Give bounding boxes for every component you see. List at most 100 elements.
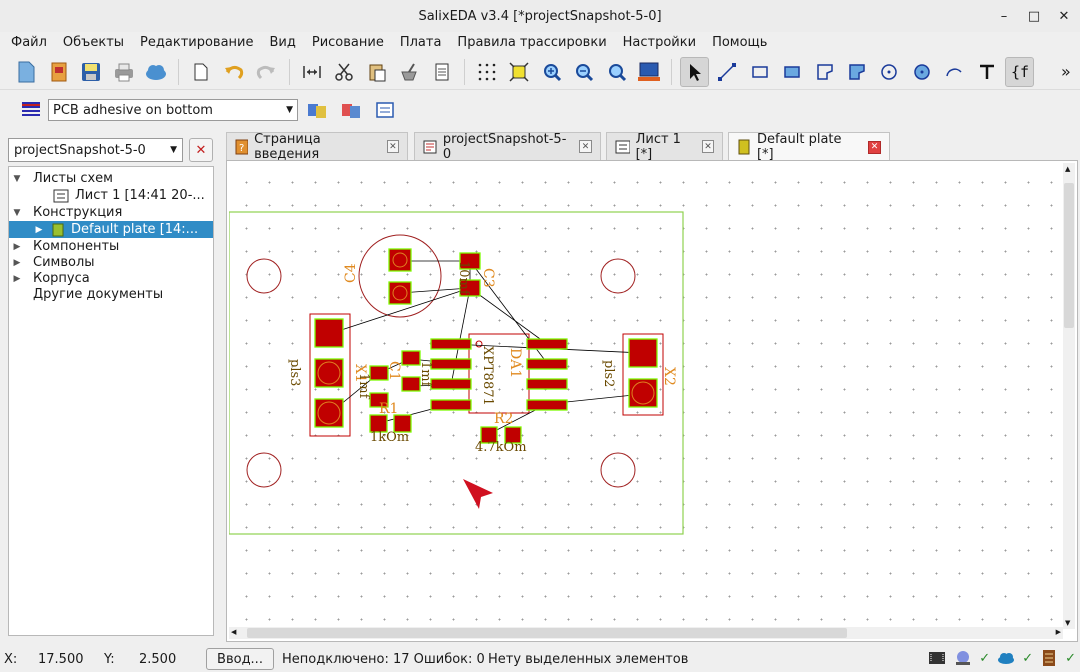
layer-settings-button[interactable] (336, 95, 366, 125)
flip-button[interactable] (298, 57, 326, 87)
tree-item-construction[interactable]: ▼ Конструкция (9, 204, 123, 221)
undo-button[interactable] (220, 57, 248, 87)
scroll-left-icon[interactable]: ◀ (231, 628, 236, 636)
check-icon: ✓ (1065, 650, 1076, 666)
toolbar-overflow-button[interactable]: » (1052, 57, 1080, 87)
pad-c2-2 (401, 376, 421, 392)
project-select[interactable]: projectSnapshot-5-0 ▼ (8, 138, 183, 162)
layer-view-button[interactable] (635, 57, 663, 87)
tab-close-icon[interactable]: ✕ (868, 140, 881, 154)
horizontal-scrollbar[interactable]: ◀ ▶ (229, 627, 1063, 639)
zoom-fit-button[interactable] (505, 57, 533, 87)
horizontal-scroll-thumb[interactable] (247, 628, 847, 638)
layer-select[interactable]: PCB adhesive on bottom ▼ (48, 99, 298, 121)
menu-file[interactable]: Файл (3, 35, 55, 50)
tab-close-icon[interactable]: ✕ (579, 140, 593, 153)
value-c3: 10mf (456, 261, 471, 296)
vertical-scroll-thumb[interactable] (1064, 183, 1074, 328)
arc-tool-button[interactable] (940, 57, 968, 87)
print-button[interactable] (109, 57, 137, 87)
library-icon[interactable] (1039, 648, 1059, 668)
input-button[interactable]: Ввод... (206, 648, 274, 670)
tree-item-other-docs[interactable]: Другие документы (33, 286, 163, 303)
network-icon[interactable] (953, 648, 973, 668)
zoom-window-button[interactable] (603, 57, 631, 87)
cursor-arrow-icon (463, 479, 493, 509)
grid-button[interactable] (473, 57, 501, 87)
select-tool-button[interactable] (680, 56, 709, 87)
tree-item-components[interactable]: ▶ Компоненты (9, 238, 120, 255)
plate-icon (52, 223, 64, 236)
rect-tool-button[interactable] (745, 57, 773, 87)
menu-board[interactable]: Плата (392, 35, 450, 50)
mounting-hole (600, 258, 636, 294)
open-project-icon (51, 62, 67, 81)
tab-intro[interactable]: ? Страница введения ✕ (226, 132, 408, 162)
tree-item-schemes[interactable]: ▼ Листы схем (9, 170, 113, 187)
filled-polygon-tool-button[interactable] (843, 57, 871, 87)
cloud-button[interactable] (142, 57, 170, 87)
scroll-up-icon[interactable]: ▲ (1065, 165, 1070, 173)
film-icon[interactable] (927, 648, 947, 668)
schematic-icon (615, 140, 630, 153)
cloud-sync-icon[interactable] (996, 648, 1016, 668)
menu-routing-rules[interactable]: Правила трассировки (449, 35, 614, 50)
menu-help[interactable]: Помощь (704, 35, 775, 50)
paste-button[interactable] (362, 57, 390, 87)
save-button[interactable] (77, 57, 105, 87)
properties-button[interactable] (427, 57, 455, 87)
pad-da1-8 (526, 338, 568, 350)
text-tool-button[interactable] (973, 57, 1001, 87)
svg-text:?: ? (239, 143, 244, 154)
blank-page-icon (194, 63, 208, 80)
scroll-right-icon[interactable]: ▶ (1056, 628, 1061, 636)
zoom-out-button[interactable] (570, 57, 598, 87)
label-c4: C4 (343, 263, 359, 283)
menu-objects[interactable]: Объекты (55, 35, 132, 50)
close-project-button[interactable]: ✕ (189, 138, 213, 162)
zoom-in-button[interactable] (538, 57, 566, 87)
tree-item-symbols[interactable]: ▶ Символы (9, 254, 95, 271)
value-da1: XPT8871 (480, 346, 495, 406)
redo-button[interactable] (252, 57, 280, 87)
new-file-button[interactable] (12, 57, 40, 87)
tab-close-icon[interactable]: ✕ (386, 140, 400, 153)
menu-draw[interactable]: Рисование (304, 35, 392, 50)
check-icon: ✓ (979, 650, 991, 666)
clean-button[interactable] (395, 57, 423, 87)
cut-button[interactable] (330, 57, 358, 87)
new-sheet-button[interactable] (187, 57, 215, 87)
tab-sheet1[interactable]: Лист 1 [*] ✕ (606, 132, 723, 162)
tab-default-plate[interactable]: Default plate [*] ✕ (728, 132, 890, 162)
polygon-tool-button[interactable] (810, 57, 838, 87)
filled-circle-tool-button[interactable] (908, 57, 936, 87)
tree-item-sheet1[interactable]: Лист 1 [14:41 20-... (53, 187, 205, 204)
tab-close-icon[interactable]: ✕ (701, 140, 715, 153)
circle-tool-button[interactable] (875, 57, 903, 87)
pcb-drawing[interactable]: C4 C3 X1 C1 R1 DA1 R2 X2 10mf pls3 1mf 1… (229, 163, 1063, 629)
menu-edit[interactable]: Редактирование (132, 35, 261, 50)
close-icon[interactable]: ✕ (1054, 6, 1074, 26)
tree-item-packages[interactable]: ▶ Корпуса (9, 270, 90, 287)
line-tool-button[interactable] (713, 57, 741, 87)
vertical-scrollbar[interactable]: ▲ ▼ (1063, 163, 1075, 629)
pad-da1-7 (526, 358, 568, 370)
menu-settings[interactable]: Настройки (615, 35, 704, 50)
filled-polygon-icon (849, 63, 865, 80)
toolbar-separator (288, 58, 290, 85)
layer-filter-button[interactable] (370, 95, 400, 125)
c4-outline (358, 234, 442, 318)
tree-item-default-plate[interactable]: ▶ Default plate [14:... (9, 221, 213, 238)
pcb-canvas[interactable]: C4 C3 X1 C1 R1 DA1 R2 X2 10mf pls3 1mf 1… (229, 163, 1063, 629)
unconnected-status: Неподключено: 17 Ошибок: 0 (282, 652, 485, 667)
maximize-icon[interactable]: □ (1024, 6, 1044, 26)
layer-stack-button[interactable] (302, 95, 332, 125)
menu-view[interactable]: Вид (262, 35, 304, 50)
open-project-button[interactable] (44, 57, 72, 87)
scroll-down-icon[interactable]: ▼ (1065, 619, 1070, 627)
tab-project[interactable]: projectSnapshot-5-0 ✕ (414, 132, 601, 162)
field-tool-button[interactable]: {f} (1005, 56, 1034, 87)
filled-rect-tool-button[interactable] (778, 57, 806, 87)
minimize-icon[interactable]: – (994, 6, 1014, 26)
label-c3: C3 (480, 268, 496, 288)
